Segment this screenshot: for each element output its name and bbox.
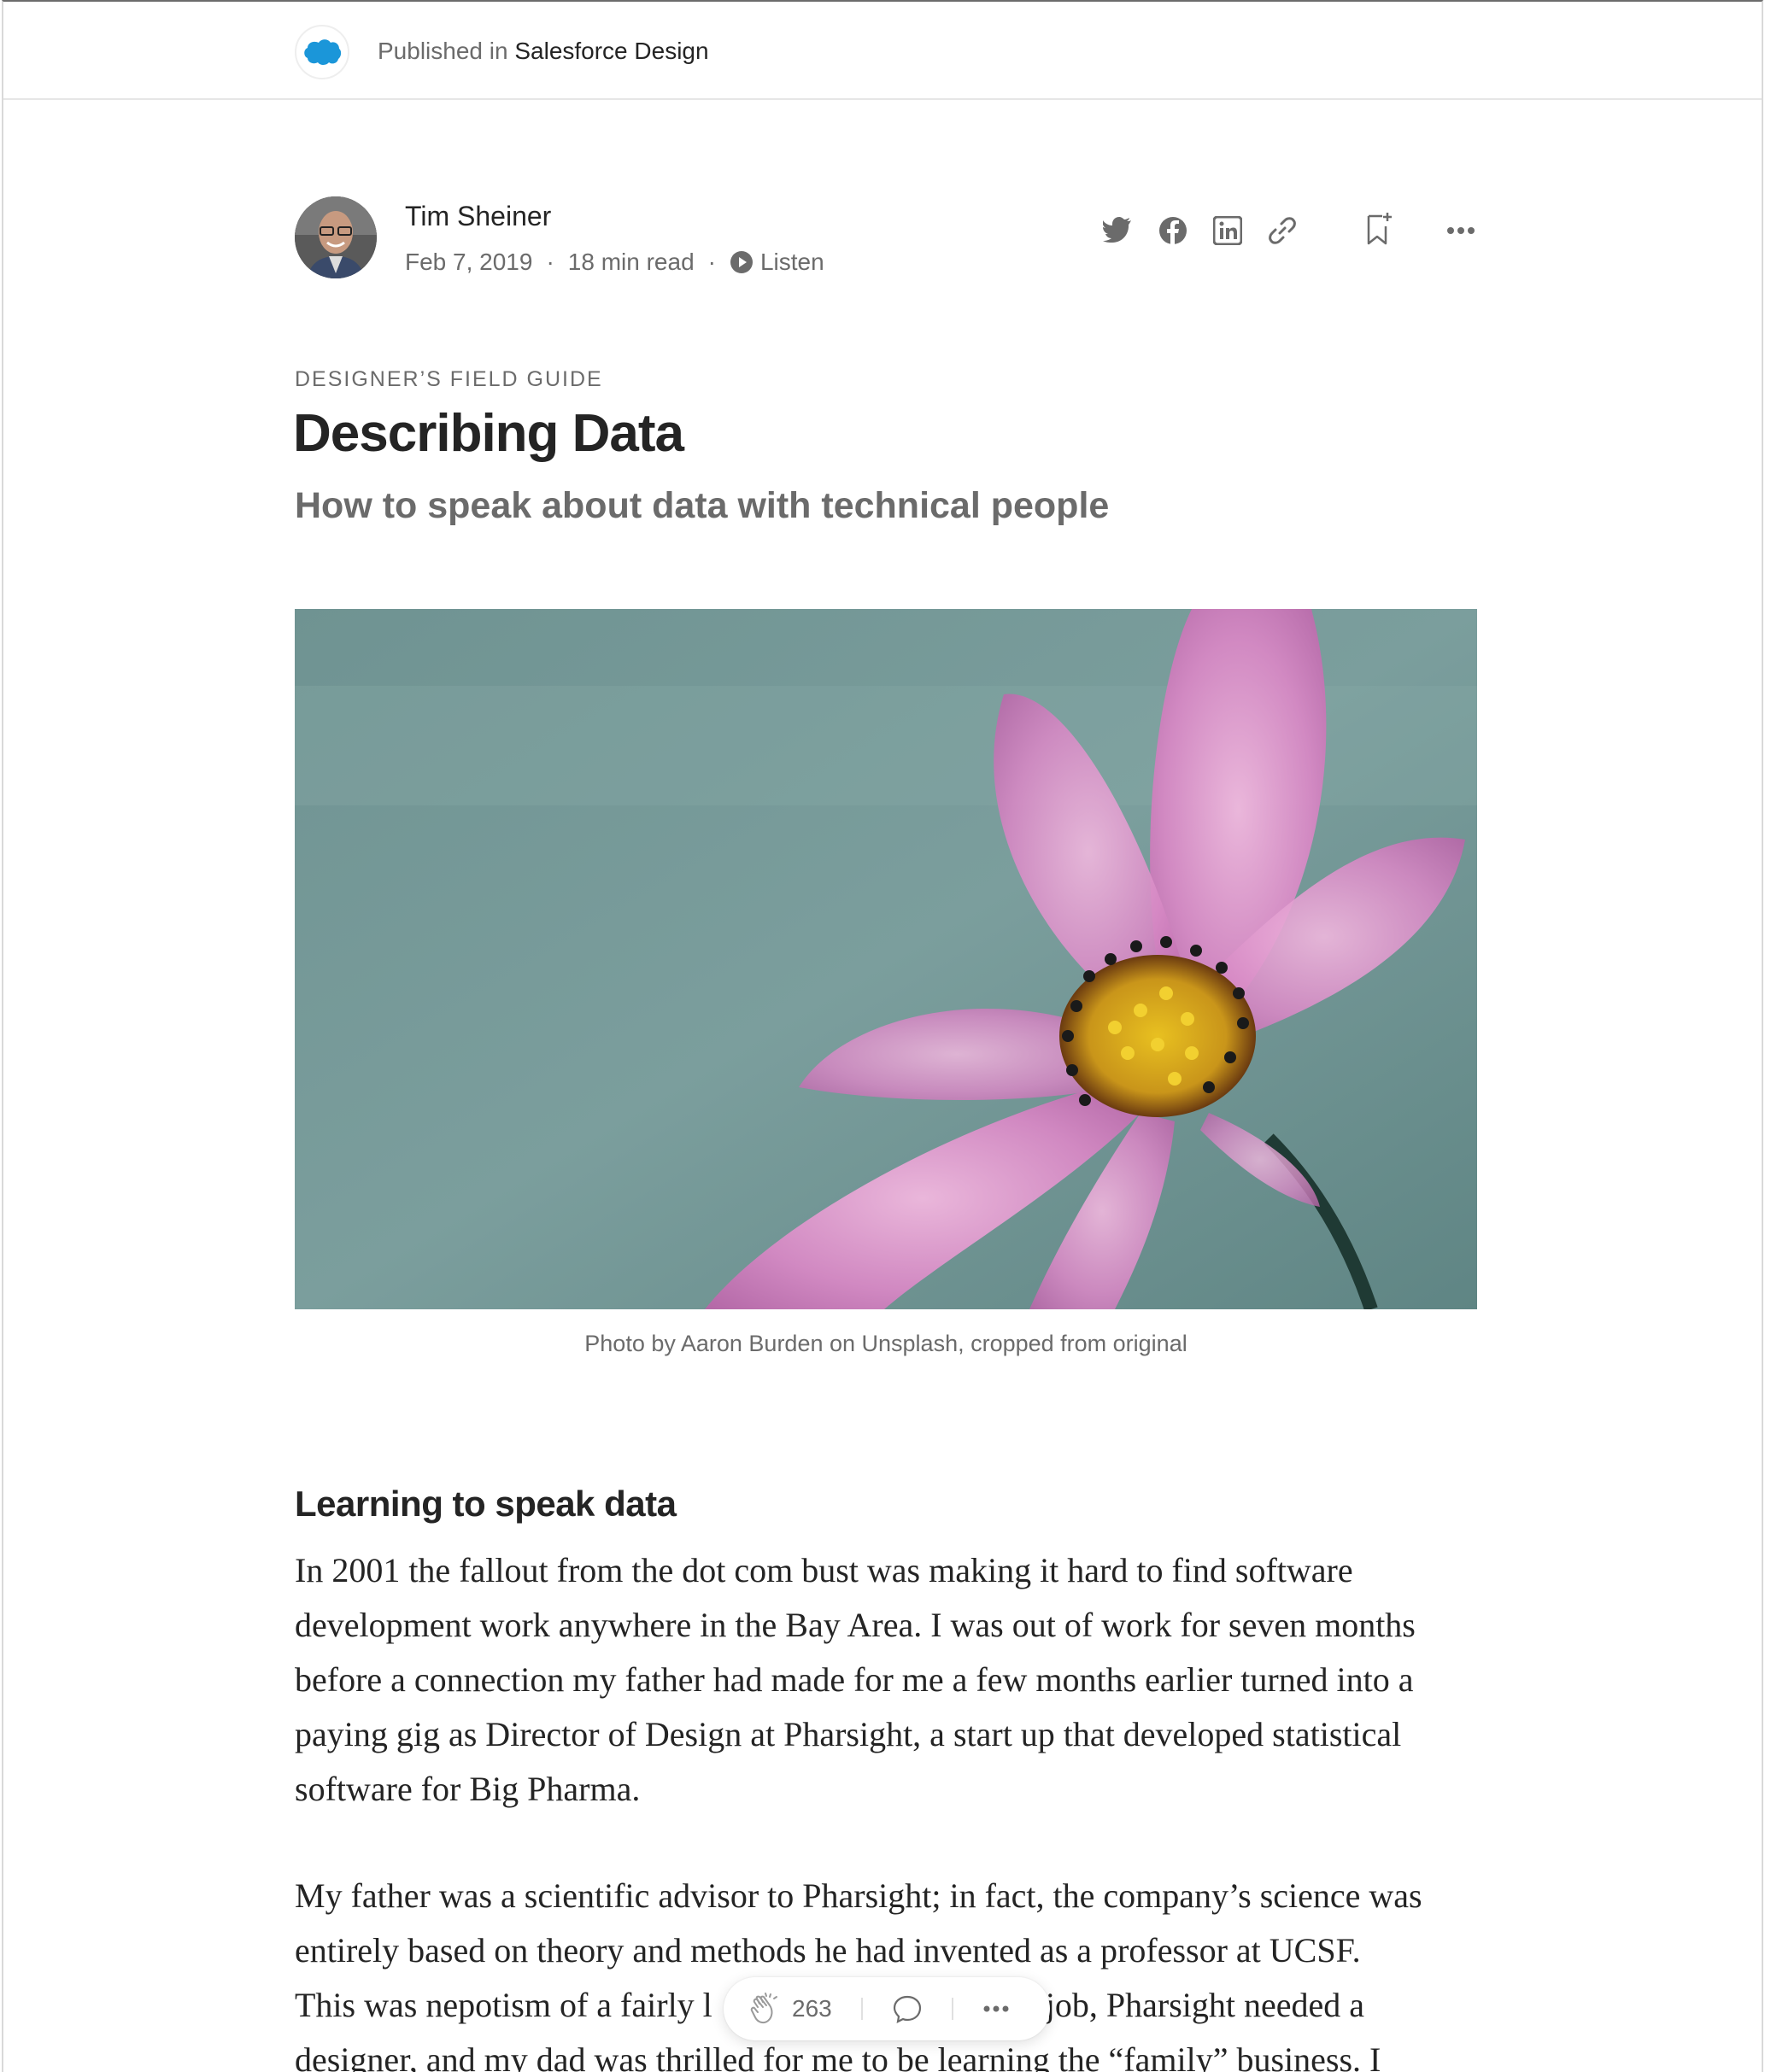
more-actions-button[interactable] <box>982 2005 1010 2013</box>
page-frame: Published in Salesforce Design Tim Shein… <box>2 0 1763 2072</box>
post-meta: Feb 7, 2019 · 18 min read · Listen <box>405 249 824 276</box>
avatar-image <box>295 196 377 278</box>
image-caption: Photo by Aaron Burden on Unsplash, cropp… <box>584 1331 1187 1356</box>
author-avatar[interactable] <box>295 196 377 278</box>
paragraph-1: In 2001 the fallout from the dot com bus… <box>295 1551 1416 1808</box>
author-name-link[interactable]: Tim Sheiner <box>405 201 551 232</box>
publication-bar <box>3 2 1762 100</box>
publication-label: Published in Salesforce Design <box>378 38 709 65</box>
salesforce-cloud-icon <box>304 39 342 65</box>
floating-action-bar: 263 <box>724 1977 1050 2040</box>
meta-separator: · <box>546 249 554 275</box>
paragraph-2: My father was a scientific advisor to Ph… <box>295 1869 1477 2072</box>
more-icon[interactable] <box>1444 214 1478 248</box>
listen-button[interactable]: Listen <box>730 249 824 276</box>
more-icon <box>983 2005 1009 2012</box>
bookmark-add-icon[interactable] <box>1362 211 1396 245</box>
article-kicker: DESIGNER’S FIELD GUIDE <box>295 367 603 391</box>
section-heading: Learning to speak data <box>295 1484 677 1524</box>
hero-image[interactable] <box>295 609 1477 1309</box>
twitter-icon[interactable] <box>1100 213 1135 247</box>
publication-logo[interactable] <box>295 25 349 79</box>
linkedin-icon[interactable] <box>1211 214 1245 248</box>
meta-separator: · <box>707 249 716 275</box>
read-time: 18 min read <box>567 249 695 275</box>
paragraph-2-line-4: designer, and my dad was thrilled for me… <box>295 2040 1381 2072</box>
paragraph-2-line-3-start: This was nepotism of a fairly l <box>295 1986 712 2024</box>
published-in-label: Published in <box>378 38 508 64</box>
comment-icon <box>893 1995 921 2023</box>
paragraph-2-line-1: My father was a scientific advisor to Ph… <box>295 1876 1422 1970</box>
clap-button[interactable]: 263 <box>748 1992 832 2026</box>
publication-name-link[interactable]: Salesforce Design <box>514 38 708 64</box>
publish-date: Feb 7, 2019 <box>405 249 533 275</box>
response-button[interactable] <box>892 1993 923 2024</box>
article-subtitle: How to speak about data with technical p… <box>295 485 1110 526</box>
play-icon <box>730 251 753 273</box>
paragraph-2-line-3-end: job, Pharsight needed a <box>1045 1986 1365 2024</box>
listen-label: Listen <box>759 249 824 275</box>
clap-count: 263 <box>792 1995 832 2022</box>
bar-divider <box>860 1998 863 2020</box>
article-title: Describing Data <box>293 404 684 463</box>
flower-photo <box>295 609 1477 1309</box>
bar-divider <box>951 1998 953 2020</box>
link-icon[interactable] <box>1265 214 1299 248</box>
clap-icon <box>750 1993 777 2024</box>
facebook-icon[interactable] <box>1156 214 1190 248</box>
